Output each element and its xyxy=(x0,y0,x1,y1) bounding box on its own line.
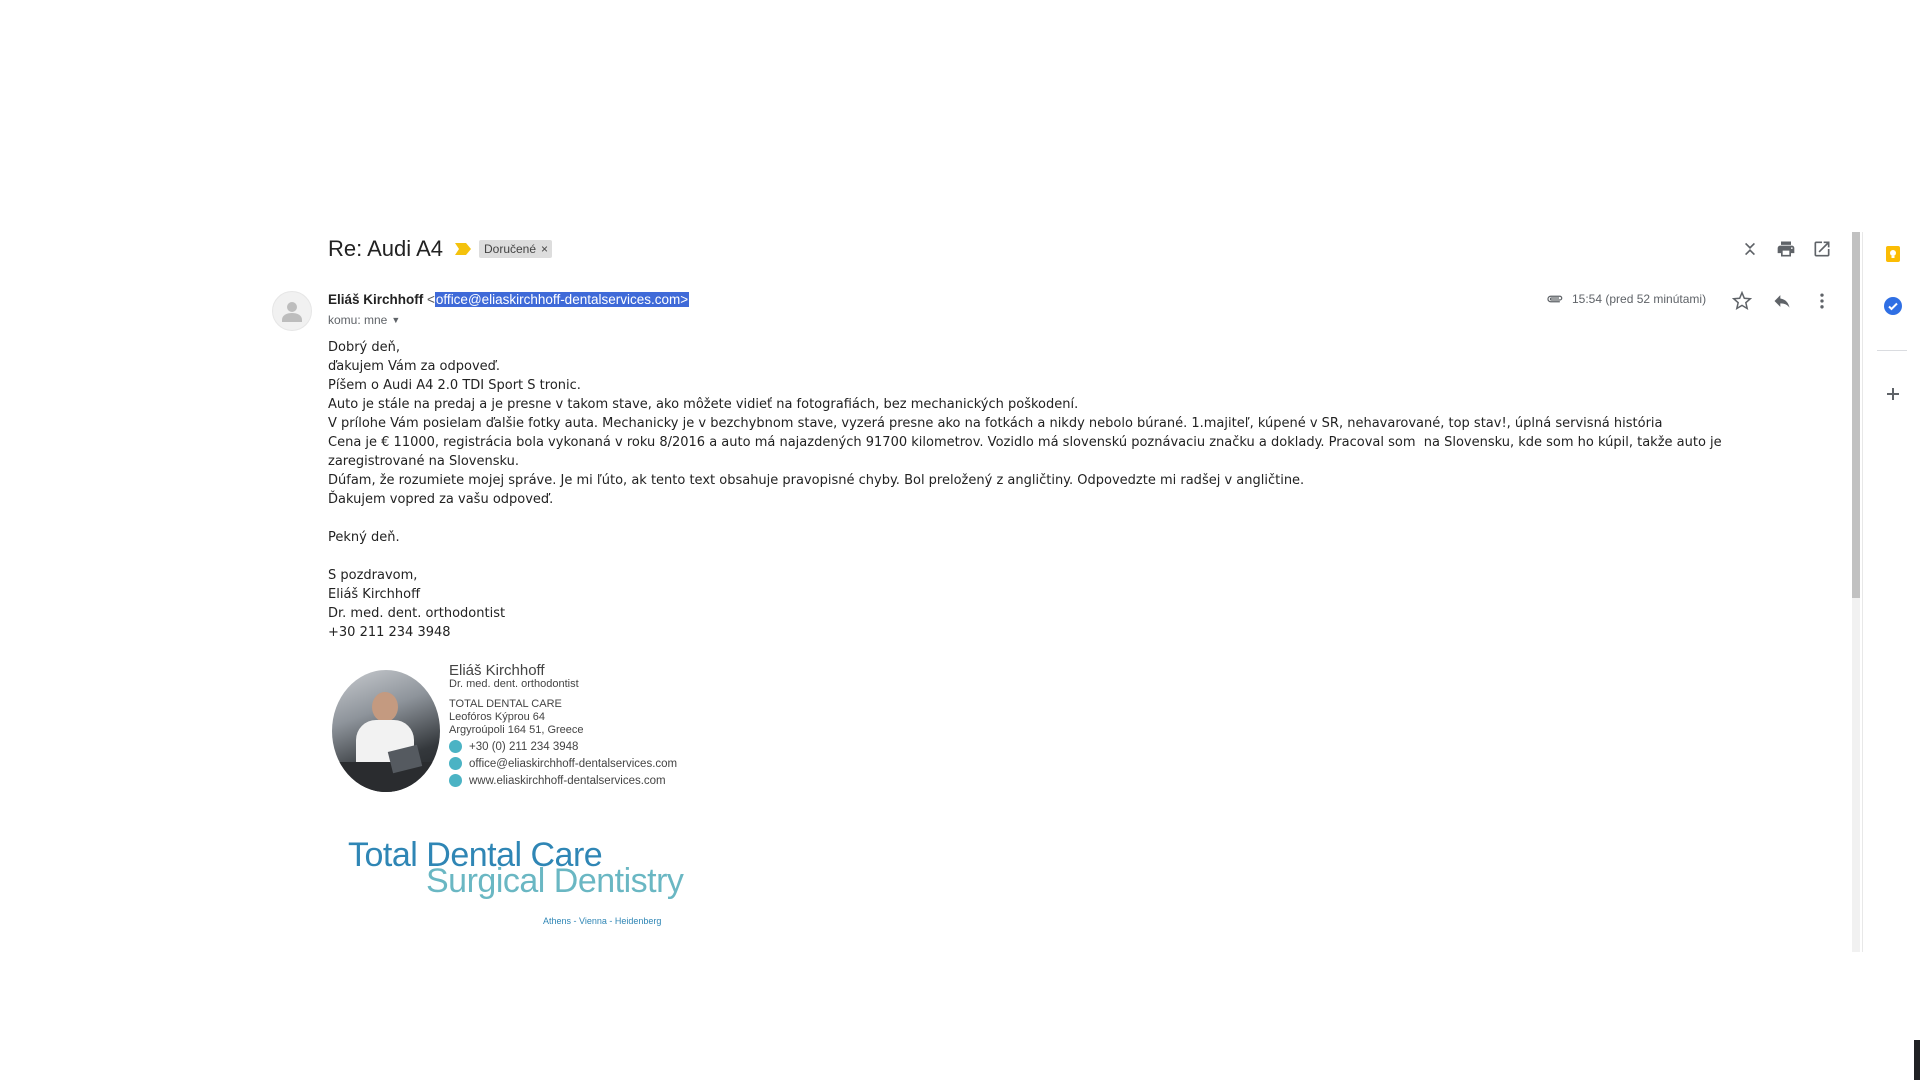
signature-info: Eliáš Kirchhoff Dr. med. dent. orthodont… xyxy=(449,662,677,787)
tasks-icon[interactable] xyxy=(1881,294,1905,318)
signature-web-row: www.eliaskirchhoff-dentalservices.com xyxy=(449,774,677,787)
body-paragraph: ďakujem Vám za odpoveď. xyxy=(328,359,501,374)
signature-web[interactable]: www.eliaskirchhoff-dentalservices.com xyxy=(469,775,666,787)
sender-line: Eliáš Kirchhoff <office@eliaskirchhoff-d… xyxy=(328,292,690,307)
greeting: Pekný deň. xyxy=(328,530,400,545)
side-panel-rail xyxy=(1862,232,1920,952)
chevron-down-icon[interactable]: ▼ xyxy=(391,315,400,325)
phone-icon xyxy=(449,740,462,753)
logo-cities: Athens - Vienna - Heidenberg xyxy=(543,916,662,926)
email-icon xyxy=(449,757,462,770)
more-vert-icon[interactable] xyxy=(1808,287,1836,315)
signature-email-row: office@eliaskirchhoff-dentalservices.com xyxy=(449,757,677,770)
email-body: Dobrý deň, ďakujem Vám za odpoveď. Píšem… xyxy=(328,338,1788,642)
signature-email[interactable]: office@eliaskirchhoff-dentalservices.com xyxy=(469,758,677,770)
subject-row: Re: Audi A4 Doručené × xyxy=(328,234,553,264)
sender-avatar[interactable] xyxy=(272,291,312,331)
sender-email-bracket: < xyxy=(427,292,435,307)
rail-divider xyxy=(1877,350,1907,351)
signature-name: Eliáš Kirchhoff xyxy=(449,662,545,679)
web-icon xyxy=(449,774,462,787)
signature-company: TOTAL DENTAL CARE xyxy=(449,698,562,710)
recipient-line[interactable]: komu: mne ▼ xyxy=(328,313,400,327)
body-paragraph: V prílohe Vám posielam ďalšie fotky auta… xyxy=(328,416,1663,431)
collapse-all-icon[interactable] xyxy=(1736,235,1764,263)
star-icon[interactable] xyxy=(1728,287,1756,315)
signature-photo xyxy=(332,670,440,792)
keep-icon[interactable] xyxy=(1881,242,1905,266)
signature-address: TOTAL DENTAL CARE Leofóros Kýprou 64 Arg… xyxy=(449,698,677,737)
recipient-label: komu: mne xyxy=(328,313,388,327)
closing-line: Dr. med. dent. orthodontist xyxy=(328,606,506,621)
sender-email-selected[interactable]: office@eliaskirchhoff-dentalservices.com… xyxy=(434,292,690,307)
closing-line: Eliáš Kirchhoff xyxy=(328,587,421,602)
body-paragraph: Cena je € 11000, registrácia bola vykona… xyxy=(328,435,1726,469)
signature-title: Dr. med. dent. orthodontist xyxy=(449,678,579,690)
open-in-new-window-icon[interactable] xyxy=(1808,235,1836,263)
email-subject: Re: Audi A4 xyxy=(328,236,443,261)
window-edge xyxy=(1914,1040,1920,1080)
label-chip-inbox: Doručené × xyxy=(478,240,553,258)
body-paragraph: Dobrý deň, xyxy=(328,340,401,355)
message-meta: 15:54 (pred 52 minútami) xyxy=(1544,292,1706,306)
email-view: Re: Audi A4 Doručené × Eliáš Kirchhoff <… xyxy=(0,0,1860,1080)
signature-card: Eliáš Kirchhoff Dr. med. dent. orthodont… xyxy=(328,660,728,800)
signature-address-line: Leofóros Kýprou 64 xyxy=(449,711,546,723)
signature-address-line: Argyroúpoli 164 51, Greece xyxy=(449,724,584,736)
closing-line: +30 211 234 3948 xyxy=(328,625,451,640)
body-paragraph: Dúfam, že rozumiete mojej správe. Je mi … xyxy=(328,473,1305,488)
signature-phone-row: +30 (0) 211 234 3948 xyxy=(449,740,677,753)
remove-label-icon[interactable]: × xyxy=(541,242,548,256)
sender-email[interactable]: <office@eliaskirchhoff-dentalservices.co… xyxy=(427,292,690,307)
attachment-icon xyxy=(1547,295,1563,303)
print-icon[interactable] xyxy=(1772,235,1800,263)
logo-line-2: Surgical Dentistry xyxy=(426,862,684,900)
scrollbar-thumb[interactable] xyxy=(1852,232,1860,598)
label-chip-text: Doručené xyxy=(483,242,537,256)
add-addon-icon[interactable] xyxy=(1881,382,1905,406)
closing-line: S pozdravom, xyxy=(328,568,418,583)
signature-phone: +30 (0) 211 234 3948 xyxy=(469,740,579,753)
body-paragraph: Píšem o Audi A4 2.0 TDI Sport S tronic. xyxy=(328,378,581,393)
sender-name[interactable]: Eliáš Kirchhoff xyxy=(328,292,423,307)
reply-icon[interactable] xyxy=(1768,287,1796,315)
vertical-scrollbar[interactable] xyxy=(1852,232,1860,952)
message-time: 15:54 (pred 52 minútami) xyxy=(1572,292,1707,306)
body-paragraph: Auto je stále na predaj a je presne v ta… xyxy=(328,397,1079,412)
body-paragraph: Ďakujem vopred za vašu odpoveď. xyxy=(328,492,554,507)
importance-marker-icon[interactable] xyxy=(454,243,471,255)
clinic-logo: Total Dental Care Surgical Dentistry Ath… xyxy=(348,836,708,936)
